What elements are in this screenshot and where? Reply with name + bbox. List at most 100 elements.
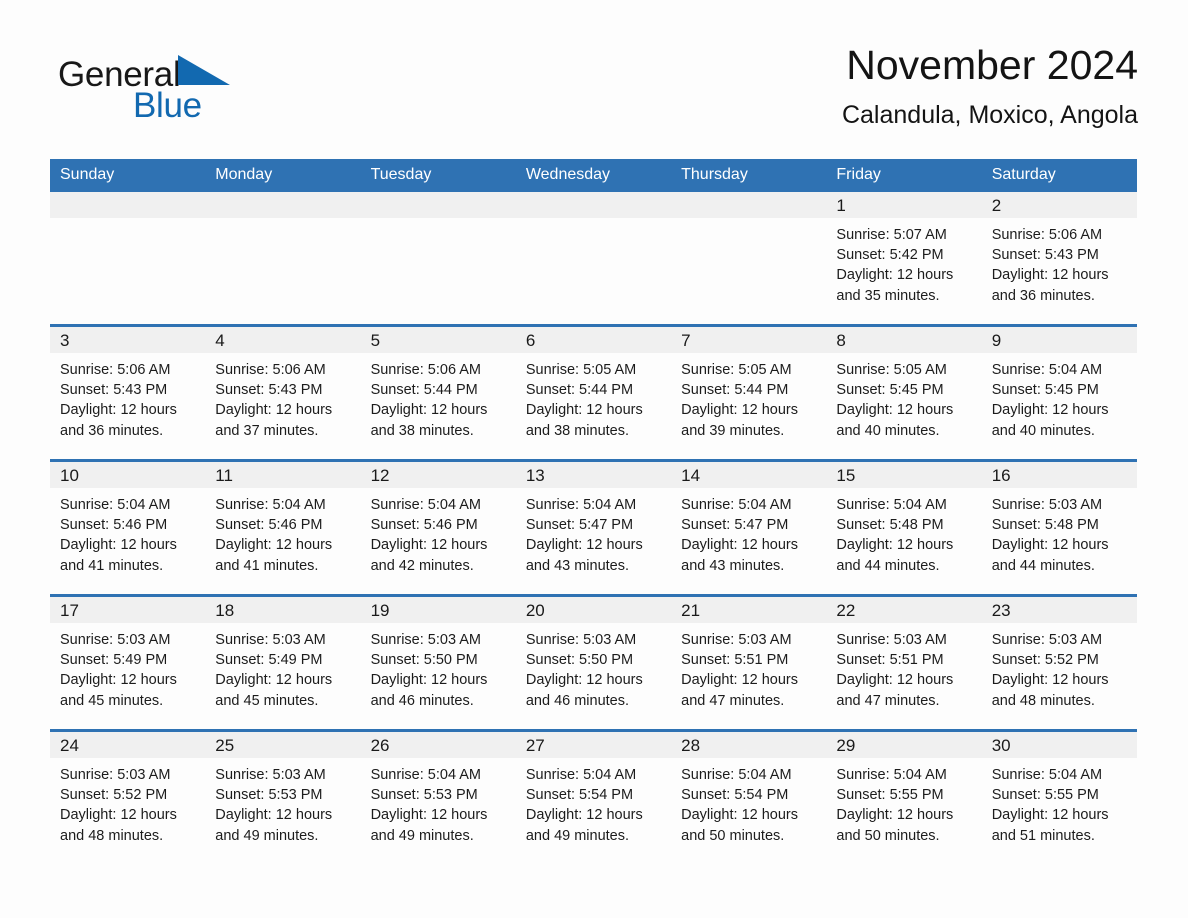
daylight-duration-line1: Daylight: 12 hours <box>836 807 954 824</box>
day-astronomy-info: Sunrise: 5:04 AM Sunset: 5:54 PM Daylight:… <box>516 758 671 846</box>
calendar-day-cell[interactable]: 15 Sunrise: 5:04 AM Sunset: 5:48 PM Dayligh… <box>826 459 982 596</box>
day-astronomy-info: Sunrise: 5:04 AM Sunset: 5:47 PM Daylight:… <box>516 488 671 576</box>
calendar-day-cell[interactable]: 21 Sunrise: 5:03 AM Sunset: 5:51 PM Dayligh… <box>671 594 827 731</box>
calendar-day-cell[interactable]: 20 Sunrise: 5:03 AM Sunset: 5:50 PM Dayligh… <box>515 594 672 731</box>
day-number: 2 <box>981 192 1137 218</box>
day-number: 1 <box>826 192 982 218</box>
calendar-day-cell[interactable]: 28 Sunrise: 5:04 AM Sunset: 5:54 PM Dayligh… <box>671 729 827 864</box>
calendar-day-cell[interactable]: 29 Sunrise: 5:04 AM Sunset: 5:55 PM Dayligh… <box>826 729 982 864</box>
calendar-day-cell[interactable]: 2 Sunrise: 5:06 AM Sunset: 5:43 PM Daylight… <box>981 192 1137 326</box>
calendar-day-cell[interactable]: 27 Sunrise: 5:04 AM Sunset: 5:54 PM Dayligh… <box>515 729 672 864</box>
day-number: 26 <box>360 732 516 758</box>
calendar-day-cell[interactable]: 23 Sunrise: 5:03 AM Sunset: 5:52 PM Dayligh… <box>981 594 1137 731</box>
calendar-day-cell[interactable]: 26 Sunrise: 5:04 AM Sunset: 5:53 PM Dayligh… <box>360 729 516 864</box>
sunrise-time: Sunrise: 5:04 AM <box>991 767 1103 783</box>
weekday-header-monday: Monday <box>205 159 361 192</box>
daylight-duration-line1: Daylight: 12 hours <box>60 402 177 419</box>
daylight-duration-line2: and 37 minutes. <box>215 422 319 439</box>
day-cell-content: 21 Sunrise: 5:03 AM Sunset: 5:51 PM Dayligh… <box>671 597 827 729</box>
calendar-day-cell[interactable]: 25 Sunrise: 5:03 AM Sunset: 5:53 PM Dayligh… <box>205 729 361 864</box>
day-astronomy-info: Sunrise: 5:03 AM Sunset: 5:51 PM Daylight:… <box>826 623 981 711</box>
day-cell-content <box>360 192 516 324</box>
daylight-duration-line1: Daylight: 12 hours <box>215 402 333 419</box>
day-cell-content: 6 Sunrise: 5:05 AM Sunset: 5:44 PM Daylight… <box>515 327 672 459</box>
calendar-week-row: 10 Sunrise: 5:04 AM Sunset: 5:46 PM Dayligh… <box>50 459 1137 596</box>
calendar-day-cell[interactable]: 11 Sunrise: 5:04 AM Sunset: 5:46 PM Dayligh… <box>205 459 361 596</box>
sunrise-time: Sunrise: 5:05 AM <box>681 362 792 378</box>
calendar-day-cell[interactable]: 17 Sunrise: 5:03 AM Sunset: 5:49 PM Dayligh… <box>50 594 206 731</box>
calendar-day-cell[interactable]: 1 Sunrise: 5:07 AM Sunset: 5:42 PM Daylight… <box>826 192 982 326</box>
daylight-duration-line1: Daylight: 12 hours <box>370 807 488 824</box>
day-astronomy-info: Sunrise: 5:07 AM Sunset: 5:42 PM Daylight:… <box>826 218 981 306</box>
day-number: 15 <box>826 462 982 488</box>
calendar-day-cell[interactable]: 30 Sunrise: 5:04 AM Sunset: 5:55 PM Dayligh… <box>981 729 1137 864</box>
day-astronomy-info: Sunrise: 5:04 AM Sunset: 5:46 PM Daylight:… <box>205 488 360 576</box>
calendar-empty-cell <box>671 192 827 326</box>
day-number: 23 <box>981 597 1137 623</box>
daylight-duration-line2: and 41 minutes. <box>215 557 319 574</box>
sunset-time: Sunset: 5:43 PM <box>991 247 1099 264</box>
day-number: 8 <box>826 327 982 353</box>
day-number: 4 <box>205 327 361 353</box>
calendar-week-row: 24 Sunrise: 5:03 AM Sunset: 5:52 PM Dayligh… <box>50 729 1137 864</box>
day-astronomy-info: Sunrise: 5:04 AM Sunset: 5:48 PM Daylight:… <box>826 488 981 576</box>
sunrise-time: Sunrise: 5:03 AM <box>991 497 1103 513</box>
day-number: 13 <box>515 462 672 488</box>
daylight-duration-line2: and 50 minutes. <box>836 827 940 844</box>
day-number: 25 <box>205 732 361 758</box>
sunrise-time: Sunrise: 5:03 AM <box>991 632 1103 648</box>
calendar-day-cell[interactable]: 18 Sunrise: 5:03 AM Sunset: 5:49 PM Dayligh… <box>205 594 361 731</box>
calendar-day-cell[interactable]: 10 Sunrise: 5:04 AM Sunset: 5:46 PM Dayligh… <box>50 459 206 596</box>
daylight-duration-line2: and 41 minutes. <box>60 557 164 574</box>
sunset-time: Sunset: 5:54 PM <box>681 787 789 804</box>
calendar-header-row: Sunday Monday Tuesday Wednesday Thursday… <box>50 159 1137 192</box>
day-astronomy-info: Sunrise: 5:03 AM Sunset: 5:52 PM Daylight:… <box>982 623 1137 711</box>
sunset-time: Sunset: 5:55 PM <box>836 787 944 804</box>
calendar-day-cell[interactable]: 12 Sunrise: 5:04 AM Sunset: 5:46 PM Dayligh… <box>360 459 516 596</box>
daylight-duration-line1: Daylight: 12 hours <box>681 402 798 419</box>
day-number: 9 <box>981 327 1137 353</box>
calendar-day-cell[interactable]: 14 Sunrise: 5:04 AM Sunset: 5:47 PM Dayligh… <box>671 459 827 596</box>
daylight-duration-line1: Daylight: 12 hours <box>215 672 333 689</box>
daylight-duration-line2: and 39 minutes. <box>681 422 785 439</box>
daylight-duration-line2: and 51 minutes. <box>991 827 1095 844</box>
day-number: 22 <box>826 597 982 623</box>
calendar-day-cell[interactable]: 4 Sunrise: 5:06 AM Sunset: 5:43 PM Daylight… <box>205 324 361 461</box>
calendar-day-cell[interactable]: 19 Sunrise: 5:03 AM Sunset: 5:50 PM Dayligh… <box>360 594 516 731</box>
daylight-duration-line2: and 48 minutes. <box>991 692 1095 709</box>
day-astronomy-info: Sunrise: 5:04 AM Sunset: 5:53 PM Daylight:… <box>361 758 516 846</box>
day-astronomy-info: Sunrise: 5:04 AM Sunset: 5:54 PM Daylight:… <box>671 758 826 846</box>
calendar-day-cell[interactable]: 6 Sunrise: 5:05 AM Sunset: 5:44 PM Daylight… <box>515 324 672 461</box>
day-astronomy-info: Sunrise: 5:06 AM Sunset: 5:43 PM Daylight:… <box>50 353 205 441</box>
calendar-day-cell[interactable]: 24 Sunrise: 5:03 AM Sunset: 5:52 PM Dayligh… <box>50 729 206 864</box>
day-number: 18 <box>205 597 361 623</box>
calendar-day-cell[interactable]: 5 Sunrise: 5:06 AM Sunset: 5:44 PM Daylight… <box>360 324 516 461</box>
day-astronomy-info: Sunrise: 5:04 AM Sunset: 5:46 PM Daylight:… <box>361 488 516 576</box>
calendar-day-cell[interactable]: 9 Sunrise: 5:04 AM Sunset: 5:45 PM Daylight… <box>981 324 1137 461</box>
calendar-day-cell[interactable]: 16 Sunrise: 5:03 AM Sunset: 5:48 PM Dayligh… <box>981 459 1137 596</box>
sunrise-time: Sunrise: 5:07 AM <box>836 227 947 243</box>
calendar-day-cell[interactable]: 8 Sunrise: 5:05 AM Sunset: 5:45 PM Daylight… <box>826 324 982 461</box>
day-astronomy-info: Sunrise: 5:03 AM Sunset: 5:49 PM Daylight:… <box>205 623 360 711</box>
calendar-day-cell[interactable]: 7 Sunrise: 5:05 AM Sunset: 5:44 PM Daylight… <box>671 324 827 461</box>
day-number: 3 <box>50 327 206 353</box>
day-cell-content: 17 Sunrise: 5:03 AM Sunset: 5:49 PM Dayligh… <box>50 597 206 729</box>
day-cell-content: 15 Sunrise: 5:04 AM Sunset: 5:48 PM Dayligh… <box>826 462 982 594</box>
day-cell-content: 10 Sunrise: 5:04 AM Sunset: 5:46 PM Dayligh… <box>50 462 206 594</box>
daylight-duration-line1: Daylight: 12 hours <box>525 402 643 419</box>
page-header: General Blue November 2024 Calandula, Mo… <box>50 40 1138 148</box>
daylight-duration-line2: and 35 minutes. <box>836 287 940 304</box>
sunset-time: Sunset: 5:46 PM <box>60 517 168 534</box>
calendar-day-cell[interactable]: 3 Sunrise: 5:06 AM Sunset: 5:43 PM Daylight… <box>50 324 206 461</box>
daylight-duration-line1: Daylight: 12 hours <box>370 672 488 689</box>
day-cell-content: 22 Sunrise: 5:03 AM Sunset: 5:51 PM Dayligh… <box>826 597 982 729</box>
calendar-day-cell[interactable]: 22 Sunrise: 5:03 AM Sunset: 5:51 PM Dayligh… <box>826 594 982 731</box>
sunset-time: Sunset: 5:48 PM <box>991 517 1099 534</box>
generalblue-logo[interactable]: General Blue <box>58 54 248 134</box>
day-number: 17 <box>50 597 206 623</box>
calendar-day-cell[interactable]: 13 Sunrise: 5:04 AM Sunset: 5:47 PM Dayligh… <box>515 459 672 596</box>
calendar-empty-cell <box>515 192 672 326</box>
page-subtitle: Calandula, Moxico, Angola <box>841 101 1138 129</box>
sunrise-time: Sunrise: 5:06 AM <box>991 227 1103 243</box>
day-cell-content: 13 Sunrise: 5:04 AM Sunset: 5:47 PM Dayligh… <box>515 462 672 594</box>
